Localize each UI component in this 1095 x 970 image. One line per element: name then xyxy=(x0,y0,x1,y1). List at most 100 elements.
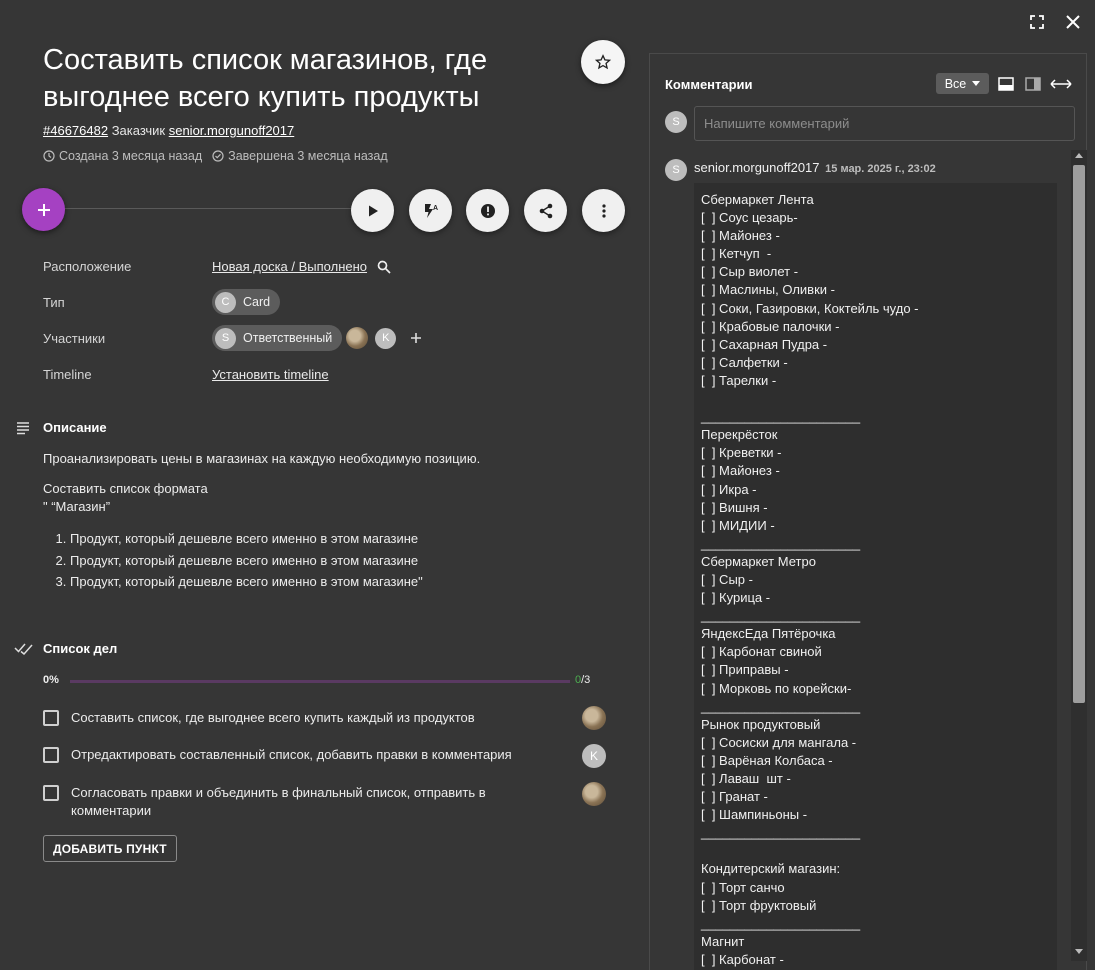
comments-title: Комментарии xyxy=(665,77,753,92)
description-paragraph: Проанализировать цены в магазинах на каж… xyxy=(43,451,481,466)
comment-line: Кондитерский магазин: xyxy=(701,861,841,877)
comment-line: [ ] Варёная Колбаса - xyxy=(701,752,833,768)
comment-header: senior.morgunoff2017 15 мар. 2025 г., 23… xyxy=(694,160,936,175)
comment-line: [ ] Сахарная Пудра - xyxy=(701,336,828,352)
priority-button[interactable] xyxy=(466,189,509,232)
more-button[interactable] xyxy=(582,189,625,232)
comment-line: ______________________ xyxy=(701,409,861,425)
checkbox[interactable] xyxy=(43,785,59,801)
progress-count: 0/3 xyxy=(575,674,590,686)
type-chip[interactable]: C Card xyxy=(212,289,281,315)
comment-line: [ ] Лаваш шт - xyxy=(701,771,791,786)
comment-line: [ ] Майонез - xyxy=(701,228,780,244)
description-icon xyxy=(17,422,29,435)
scroll-up-icon[interactable] xyxy=(1075,153,1083,158)
checkbox[interactable] xyxy=(43,710,59,726)
start-button[interactable] xyxy=(351,189,394,232)
share-icon xyxy=(539,203,552,218)
comment-input[interactable]: Напишите комментарий xyxy=(694,106,1075,141)
location-link[interactable]: Новая доска / Выполнено xyxy=(212,259,367,274)
scroll-down-icon[interactable] xyxy=(1075,949,1083,954)
checklist-item: Составить список, где выгоднее всего куп… xyxy=(43,709,608,727)
more-vertical-icon xyxy=(601,203,606,218)
checkbox[interactable] xyxy=(43,747,59,763)
svg-text:A: A xyxy=(433,205,438,212)
comment-line: [ ] Торт санчо xyxy=(701,879,785,895)
close-icon[interactable] xyxy=(1063,12,1083,32)
description-title: Описание xyxy=(43,420,107,435)
checklist-item-text[interactable]: Согласовать правки и объединить в финаль… xyxy=(71,784,521,820)
participant-k-avatar[interactable]: K xyxy=(375,327,397,349)
plus-icon xyxy=(37,203,50,216)
completed-date: Завершена 3 месяца назад xyxy=(212,149,388,163)
participant-photo-avatar[interactable] xyxy=(346,327,369,349)
comment-line: [ ] Соки, Газировки, Коктейль чудо - xyxy=(701,300,919,316)
comment-line: [ ] Сыр виолет - xyxy=(701,264,799,280)
checklist-item-text[interactable]: Составить список, где выгоднее всего куп… xyxy=(71,709,521,727)
divider xyxy=(64,208,354,209)
comment-line: ЯндексЕда Пятёрочка xyxy=(701,626,836,642)
comment-line: ______________________ xyxy=(701,608,861,624)
type-label: Тип xyxy=(43,295,65,310)
task-id-link[interactable]: #46676482 xyxy=(43,123,108,138)
add-item-button[interactable]: ДОБАВИТЬ ПУНКТ xyxy=(43,835,177,862)
filter-value: Все xyxy=(944,76,967,91)
customer-link[interactable]: senior.morgunoff2017 xyxy=(169,123,295,138)
description-list: Продукт, который дешевле всего именно в … xyxy=(43,528,603,593)
assignee-photo-avatar[interactable] xyxy=(582,782,606,806)
created-date: Создана 3 месяца назад xyxy=(43,149,202,163)
scrollbar-thumb[interactable] xyxy=(1073,165,1085,703)
comment-line: Перекрёсток xyxy=(701,427,778,443)
clock-icon xyxy=(43,150,55,162)
location-label: Расположение xyxy=(43,259,132,274)
comment-line: Сбермаркет Лента xyxy=(701,192,814,207)
comment-line: [ ] Морковь по корейски- xyxy=(701,680,852,696)
share-button[interactable] xyxy=(524,189,567,232)
comment-line: Магнит xyxy=(701,933,745,949)
timeline-link[interactable]: Установить timeline xyxy=(212,367,329,382)
checklist-item: Согласовать правки и объединить в финаль… xyxy=(43,784,608,820)
format-line-1: Составить список формата xyxy=(43,481,208,496)
comment-line: ______________________ xyxy=(701,915,861,931)
fullscreen-icon[interactable] xyxy=(1027,12,1047,32)
task-title[interactable]: Составить список магазинов, где выгоднее… xyxy=(43,42,563,116)
progress-percent: 0% xyxy=(43,674,59,686)
comment-date: 15 мар. 2025 г., 23:02 xyxy=(825,163,936,175)
add-participant-icon[interactable] xyxy=(410,332,422,344)
responsible-label: Ответственный xyxy=(243,331,333,345)
assignee-photo-avatar[interactable] xyxy=(582,706,606,730)
comment-line: [ ] Карбонат свиной xyxy=(701,644,822,660)
comment-line: [ ] Маслины, Оливки - xyxy=(701,282,835,298)
participants: S Ответственный K xyxy=(212,325,422,351)
description-body[interactable]: Проанализировать цены в магазинах на каж… xyxy=(43,450,603,593)
comment-line: ______________________ xyxy=(701,535,861,551)
assignee-k-avatar[interactable]: K xyxy=(582,744,606,768)
search-icon[interactable] xyxy=(377,260,391,274)
add-button[interactable] xyxy=(22,188,65,231)
comment-line: [ ] МИДИИ - xyxy=(701,517,775,533)
comment-author[interactable]: senior.morgunoff2017 xyxy=(694,160,820,175)
created-text: Создана 3 месяца назад xyxy=(59,149,203,163)
comment-line: [ ] Карбонат - xyxy=(701,951,784,967)
favorite-button[interactable] xyxy=(581,40,625,84)
automation-button[interactable]: A xyxy=(409,189,452,232)
checklist-title: Список дел xyxy=(43,641,118,656)
task-meta: #46676482 Заказчик senior.morgunoff2017 xyxy=(43,123,294,138)
expand-horizontal-icon[interactable] xyxy=(1050,79,1072,89)
responsible-chip[interactable]: S Ответственный xyxy=(212,325,343,351)
comment-line: [ ] Торт фруктовый xyxy=(701,897,817,913)
timeline-value[interactable]: Установить timeline xyxy=(212,367,329,382)
comment-line: [ ] Сыр - xyxy=(701,571,753,587)
layout-bottom-icon[interactable] xyxy=(998,77,1014,91)
checklist-item-text[interactable]: Отредактировать составленный список, доб… xyxy=(71,746,521,764)
comment-line: [ ] Кетчуп - xyxy=(701,246,772,262)
check-circle-icon xyxy=(212,150,224,162)
list-item: Продукт, который дешевле всего именно в … xyxy=(70,528,603,550)
comment-line: [ ] Майонез - xyxy=(701,463,780,479)
comments-filter-select[interactable]: Все xyxy=(936,73,989,94)
layout-side-icon[interactable] xyxy=(1025,77,1041,91)
location-value: Новая доска / Выполнено xyxy=(212,259,391,274)
play-icon xyxy=(368,205,378,216)
comment-line xyxy=(701,390,1050,408)
comment-line: [ ] Тарелки - xyxy=(701,372,777,388)
